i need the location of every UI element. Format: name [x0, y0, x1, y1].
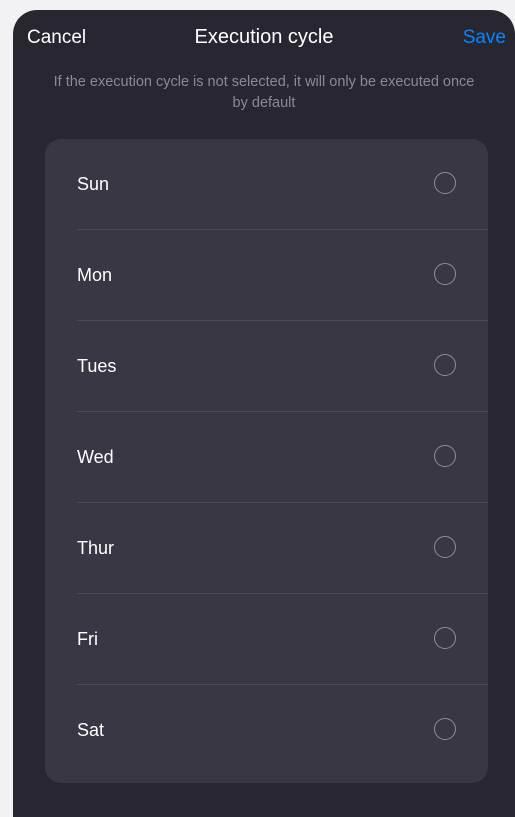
- cancel-button[interactable]: Cancel: [27, 27, 86, 49]
- radio-unchecked-icon[interactable]: [434, 172, 456, 194]
- day-row-tues[interactable]: Tues: [45, 321, 488, 412]
- day-label: Thur: [77, 538, 115, 558]
- nav-bar: Cancel Execution cycle Save: [13, 10, 515, 66]
- day-row-sun[interactable]: Sun: [45, 139, 488, 230]
- hint-text: If the execution cycle is not selected, …: [53, 74, 475, 111]
- radio-unchecked-icon[interactable]: [434, 718, 456, 740]
- day-label: Sun: [77, 174, 110, 194]
- radio-unchecked-icon[interactable]: [434, 354, 456, 376]
- day-label: Mon: [77, 265, 113, 285]
- radio-unchecked-icon[interactable]: [434, 627, 456, 649]
- day-row-sat[interactable]: Sat: [45, 685, 488, 776]
- day-row-fri[interactable]: Fri: [45, 594, 488, 685]
- radio-unchecked-icon[interactable]: [434, 536, 456, 558]
- day-label: Tues: [77, 356, 117, 376]
- save-button[interactable]: Save: [463, 27, 506, 49]
- day-label: Sat: [77, 720, 105, 740]
- execution-cycle-sheet: Cancel Execution cycle Save If the execu…: [13, 10, 515, 817]
- day-row-mon[interactable]: Mon: [45, 230, 488, 321]
- radio-unchecked-icon[interactable]: [434, 263, 456, 285]
- radio-unchecked-icon[interactable]: [434, 445, 456, 467]
- day-label: Wed: [77, 447, 114, 467]
- page-title: Execution cycle: [194, 26, 334, 48]
- day-label: Fri: [77, 629, 98, 649]
- day-list: Sun Mon Tues Wed Thur Fri Sat: [45, 139, 488, 783]
- day-row-wed[interactable]: Wed: [45, 412, 488, 503]
- day-row-thur[interactable]: Thur: [45, 503, 488, 594]
